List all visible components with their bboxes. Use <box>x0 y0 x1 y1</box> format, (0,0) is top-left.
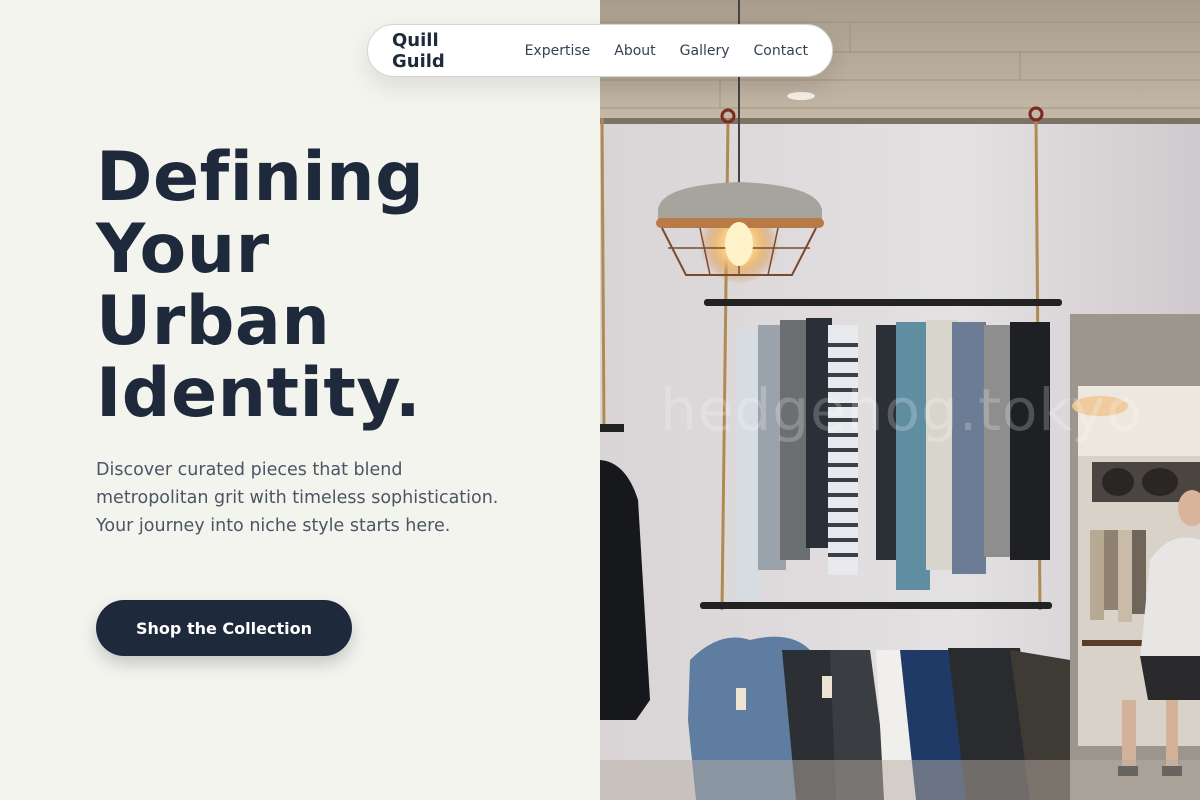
nav-link-about[interactable]: About <box>614 43 655 59</box>
brand-logo[interactable]: Quill Guild <box>392 30 493 72</box>
hero-title-line: Your <box>96 210 270 289</box>
hero-description: Discover curated pieces that blend metro… <box>96 460 499 536</box>
nav-link-contact[interactable]: Contact <box>754 43 808 59</box>
hero-title-line: Identity. <box>96 354 422 433</box>
shop-collection-button[interactable]: Shop the Collection <box>96 600 352 656</box>
hero-title-line: Defining <box>96 138 425 217</box>
top-navbar: Quill Guild Expertise About Gallery Cont… <box>367 24 833 77</box>
nav-link-gallery[interactable]: Gallery <box>680 43 730 59</box>
hero-title-line: Urban <box>96 282 331 361</box>
hero-image: hedgehog.tokyo <box>600 0 1200 800</box>
hero-left-panel: Defining Your Urban Identity. Discover c… <box>0 0 600 800</box>
hero-title: Defining Your Urban Identity. <box>96 142 576 430</box>
image-watermark: hedgehog.tokyo <box>660 376 1143 444</box>
nav-link-expertise[interactable]: Expertise <box>525 43 591 59</box>
